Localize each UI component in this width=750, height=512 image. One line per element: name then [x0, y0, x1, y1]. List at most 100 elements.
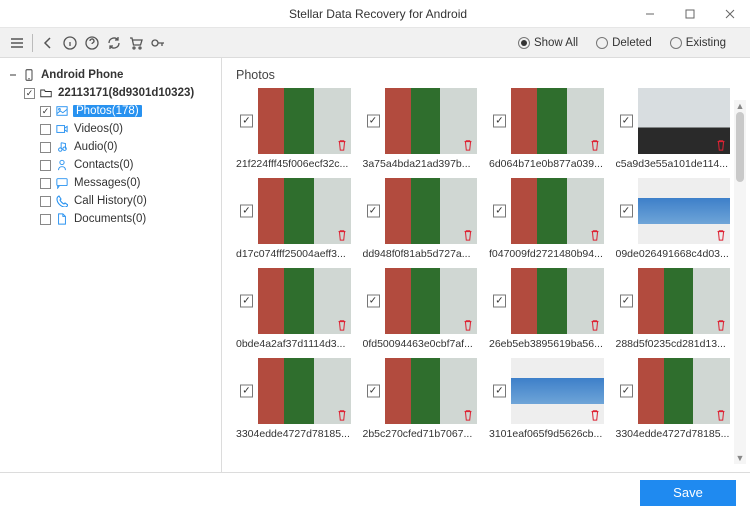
app-title-wrap: Stellar Data Recovery for Android — [283, 7, 467, 21]
thumbnail-item[interactable]: 2b5c270cfed71b7067... — [363, 358, 478, 440]
thumbnail-checkbox[interactable] — [620, 205, 633, 218]
thumbnail-checkbox[interactable] — [367, 295, 380, 308]
thumbnail-image[interactable] — [511, 178, 604, 244]
key-icon[interactable] — [147, 32, 169, 54]
image-icon — [55, 104, 69, 118]
scroll-thumb[interactable] — [736, 112, 744, 182]
trash-icon — [589, 229, 601, 241]
thumbnail-checkbox[interactable] — [620, 295, 633, 308]
thumbnail-item[interactable]: c5a9d3e55a101de114... — [616, 88, 731, 170]
close-button[interactable] — [710, 0, 750, 28]
tree-root[interactable]: Android Phone — [0, 66, 221, 84]
thumbnail-item[interactable]: 3304edde4727d78185... — [236, 358, 351, 440]
item-checkbox[interactable] — [40, 160, 51, 171]
scroll-track[interactable] — [734, 112, 746, 452]
thumbnail-image[interactable] — [258, 178, 351, 244]
device-checkbox[interactable] — [24, 88, 35, 99]
thumbnail-checkbox[interactable] — [620, 115, 633, 128]
thumbnail-item[interactable]: 0bde4a2af37d1114d3... — [236, 268, 351, 350]
thumbnail-checkbox[interactable] — [620, 385, 633, 398]
thumbnail-filename: f047009fd2721480b94... — [489, 244, 604, 260]
filter-deleted[interactable]: Deleted — [596, 37, 652, 49]
thumbnail-image[interactable] — [258, 88, 351, 154]
sidebar-item-photos[interactable]: Photos(178) — [0, 102, 221, 120]
thumbnail-checkbox[interactable] — [240, 115, 253, 128]
thumbnail-item[interactable]: 21f224fff45f006ecf32c... — [236, 88, 351, 170]
thumbnail-item[interactable]: d17c074fff25004aeff3... — [236, 178, 351, 260]
sidebar-item-callhistory[interactable]: Call History(0) — [0, 192, 221, 210]
collapse-icon[interactable] — [8, 70, 18, 80]
filter-show-all-label: Show All — [534, 37, 578, 49]
thumbnail-image[interactable] — [511, 88, 604, 154]
thumbnail-checkbox[interactable] — [493, 115, 506, 128]
thumbnail-image[interactable] — [638, 88, 731, 154]
item-checkbox[interactable] — [40, 196, 51, 207]
thumbnail-checkbox[interactable] — [493, 295, 506, 308]
thumbnail-item[interactable]: 6d064b71e0b877a039... — [489, 88, 604, 170]
item-checkbox[interactable] — [40, 142, 51, 153]
filter-show-all[interactable]: Show All — [518, 37, 578, 49]
tree-device[interactable]: 22113171(8d9301d10323) — [0, 84, 221, 102]
filter-existing[interactable]: Existing — [670, 37, 726, 49]
thumbnail-checkbox[interactable] — [240, 295, 253, 308]
thumbnail-grid: 21f224fff45f006ecf32c...3a75a4bda21ad397… — [236, 88, 730, 440]
thumbnail-image[interactable] — [385, 88, 478, 154]
thumbnail-image[interactable] — [385, 358, 478, 424]
thumbnail-checkbox[interactable] — [240, 385, 253, 398]
thumbnail-image[interactable] — [385, 178, 478, 244]
thumbnail-item[interactable]: 3101eaf065f9d5626cb... — [489, 358, 604, 440]
thumbnail-item[interactable]: dd948f0f81ab5d727a... — [363, 178, 478, 260]
thumbnail-image[interactable] — [385, 268, 478, 334]
thumbnail-item[interactable]: f047009fd2721480b94... — [489, 178, 604, 260]
scroll-up-icon[interactable]: ▲ — [734, 100, 746, 112]
maximize-button[interactable] — [670, 0, 710, 28]
thumbnail-filename: 0fd50094463e0cbf7af... — [363, 334, 478, 350]
thumbnail-image[interactable] — [638, 358, 731, 424]
thumbnail-item[interactable]: 288d5f0235cd281d13... — [616, 268, 731, 350]
trash-icon — [462, 229, 474, 241]
item-checkbox[interactable] — [40, 124, 51, 135]
sidebar-item-documents[interactable]: Documents(0) — [0, 210, 221, 228]
refresh-icon[interactable] — [103, 32, 125, 54]
thumbnail-image[interactable] — [511, 358, 604, 424]
sidebar-item-videos[interactable]: Videos(0) — [0, 120, 221, 138]
help-icon[interactable] — [81, 32, 103, 54]
thumbnail-checkbox[interactable] — [240, 205, 253, 218]
thumbnail-checkbox[interactable] — [367, 385, 380, 398]
thumbnail-filename: 26eb5eb3895619ba56... — [489, 334, 604, 350]
thumbnail-checkbox[interactable] — [493, 205, 506, 218]
minimize-button[interactable] — [630, 0, 670, 28]
thumbnail-image[interactable] — [511, 268, 604, 334]
thumbnail-item[interactable]: 0fd50094463e0cbf7af... — [363, 268, 478, 350]
thumbnail-checkbox[interactable] — [367, 205, 380, 218]
thumbnail-item[interactable]: 3304edde4727d78185... — [616, 358, 731, 440]
vertical-scrollbar[interactable]: ▲ ▼ — [734, 100, 746, 464]
thumbnail-filename: c5a9d3e55a101de114... — [616, 154, 731, 170]
thumbnail-image[interactable] — [258, 268, 351, 334]
thumbnail-item[interactable]: 26eb5eb3895619ba56... — [489, 268, 604, 350]
thumbnail-item[interactable]: 3a75a4bda21ad397b... — [363, 88, 478, 170]
sidebar-item-contacts[interactable]: Contacts(0) — [0, 156, 221, 174]
sidebar-item-messages[interactable]: Messages(0) — [0, 174, 221, 192]
thumbnail-filename: 0bde4a2af37d1114d3... — [236, 334, 351, 350]
thumbnail-checkbox[interactable] — [493, 385, 506, 398]
trash-icon — [589, 319, 601, 331]
thumbnail-image[interactable] — [258, 358, 351, 424]
info-icon[interactable] — [59, 32, 81, 54]
thumbnail-item[interactable]: 09de026491668c4d03... — [616, 178, 731, 260]
thumbnail-checkbox[interactable] — [367, 115, 380, 128]
item-checkbox[interactable] — [40, 106, 51, 117]
filter-group: Show All Deleted Existing — [518, 37, 744, 49]
thumbnail-image[interactable] — [638, 178, 731, 244]
item-checkbox[interactable] — [40, 214, 51, 225]
thumbnail-filename: 3304edde4727d78185... — [616, 424, 731, 440]
save-button[interactable]: Save — [640, 480, 736, 506]
thumbnail-image[interactable] — [638, 268, 731, 334]
back-icon[interactable] — [37, 32, 59, 54]
sidebar-item-audio[interactable]: Audio(0) — [0, 138, 221, 156]
scroll-down-icon[interactable]: ▼ — [734, 452, 746, 464]
item-checkbox[interactable] — [40, 178, 51, 189]
thumbnail-filename: 09de026491668c4d03... — [616, 244, 731, 260]
menu-icon[interactable] — [6, 32, 28, 54]
cart-icon[interactable] — [125, 32, 147, 54]
